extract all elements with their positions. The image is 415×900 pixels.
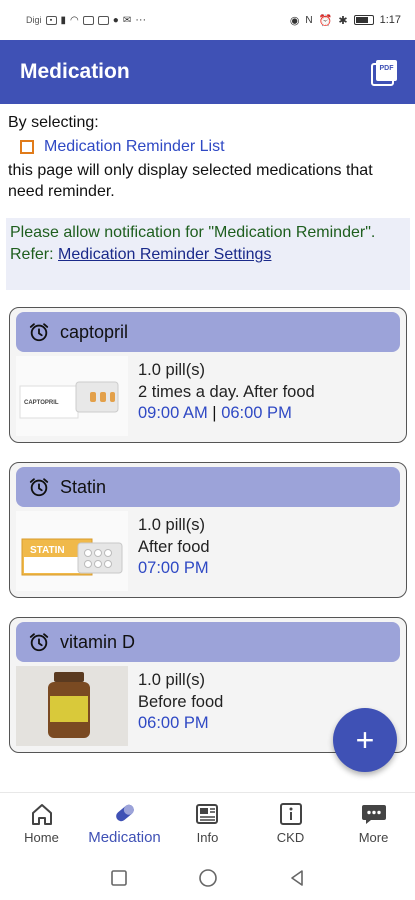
- home-icon: [31, 804, 52, 825]
- reminder-time-1: 09:00 AM: [138, 404, 208, 422]
- medication-name: vitamin D: [60, 631, 136, 652]
- more-notifications-icon: ···: [135, 14, 147, 26]
- nav-label-more: More: [358, 830, 389, 845]
- instruction-text: After food: [138, 537, 210, 556]
- add-medication-button[interactable]: +: [333, 708, 397, 772]
- card-header: vitamin D: [16, 622, 400, 662]
- nav-item-medication[interactable]: Medication: [85, 801, 165, 846]
- svg-text:STATIN: STATIN: [30, 545, 65, 556]
- network-icon: ▪: [45, 15, 57, 25]
- bottom-navigation: Home Medication Info CKD More: [0, 792, 415, 854]
- nav-label-ckd: CKD: [276, 830, 305, 845]
- news-icon: [195, 804, 218, 824]
- back-triangle-button[interactable]: [288, 869, 306, 887]
- medication-card-statin[interactable]: Statin STATIN 1.0 pill(s) After food 07:…: [9, 462, 407, 598]
- nav-label-info: Info: [196, 830, 219, 845]
- statin-pack-image: STATIN: [16, 511, 128, 591]
- facebook-icon: ●: [112, 14, 119, 26]
- app-bar: Medication PDF: [0, 40, 415, 104]
- status-right: ◉ N ⏰ ✱ 1:17: [290, 14, 401, 27]
- info-icon: [279, 803, 302, 825]
- pdf-icon: PDF: [371, 60, 397, 86]
- clock-time: 1:17: [379, 14, 401, 26]
- nav-item-more[interactable]: More: [334, 802, 414, 845]
- carrier-label: Digi: [26, 15, 42, 25]
- medication-info: 1.0 pill(s) Before food 06:00 PM: [128, 666, 223, 746]
- alarm-clock-icon: [29, 323, 49, 342]
- pdf-label: PDF: [380, 65, 395, 72]
- captopril-pack-image: CAPTOPRIL: [16, 356, 128, 436]
- system-navigation-bar: [0, 856, 415, 900]
- dose-text: 1.0 pill(s): [138, 361, 205, 379]
- reminder-times: 09:00 AM | 06:00 PM: [138, 403, 315, 425]
- notification-icon: [82, 15, 94, 25]
- intro-section: By selecting: Medication Reminder List t…: [8, 112, 408, 202]
- svg-text:CAPTOPRIL: CAPTOPRIL: [24, 400, 59, 406]
- nav-label-home: Home: [24, 830, 59, 845]
- nfc-icon: N: [305, 14, 313, 26]
- vitamin-bottle-image: [16, 666, 128, 746]
- reminder-time-2: 06:00 PM: [221, 404, 292, 422]
- intro-line-2: this page will only display selected med…: [8, 162, 373, 200]
- refer-label: Refer:: [10, 246, 59, 263]
- card-body: CAPTOPRIL 1.0 pill(s) 2 times a day. Aft…: [16, 356, 400, 436]
- page-title: Medication: [20, 60, 130, 83]
- reminder-settings-link[interactable]: Medication Reminder Settings: [58, 246, 271, 263]
- pill-icon: [115, 804, 134, 822]
- nav-item-info[interactable]: Info: [168, 802, 248, 845]
- alarm-clock-icon: [29, 633, 49, 652]
- nav-item-home[interactable]: Home: [2, 802, 82, 845]
- more-icon: [361, 805, 386, 824]
- instruction-text: Before food: [138, 692, 224, 711]
- reminder-time-1: 07:00 PM: [138, 559, 209, 577]
- medication-name: captopril: [60, 321, 129, 342]
- dose-text: 1.0 pill(s): [138, 516, 205, 534]
- signal-icon: ▮: [60, 14, 67, 26]
- reminder-list-link-row[interactable]: Medication Reminder List: [8, 136, 408, 157]
- medication-name: Statin: [60, 476, 107, 497]
- notice-text: Please allow notification for "Medicatio…: [10, 224, 376, 241]
- status-bar: Digi ▪ ▮ ◠ ● ✉ ··· ◉ N ⏰ ✱ 1:17: [0, 0, 415, 40]
- medication-card-captopril[interactable]: captopril CAPTOPRIL 1.0 pill(s) 2 times …: [9, 307, 407, 443]
- pdf-export-button[interactable]: PDF: [371, 58, 399, 86]
- nav-label-medication: Medication: [88, 829, 161, 846]
- mail-icon: ✉: [122, 14, 132, 26]
- alarm-status-icon: ⏰: [318, 14, 333, 27]
- home-circle-button[interactable]: [198, 868, 218, 888]
- recent-apps-button[interactable]: [110, 869, 128, 887]
- battery-icon: [353, 15, 374, 25]
- wifi-icon: ◠: [70, 14, 79, 26]
- eye-icon: ◉: [289, 14, 300, 27]
- nav-item-ckd[interactable]: CKD: [251, 802, 331, 845]
- intro-line-1: By selecting:: [8, 114, 99, 131]
- plus-icon: +: [355, 721, 375, 758]
- card-body: STATIN 1.0 pill(s) After food 07:00 PM: [16, 511, 400, 591]
- medication-info: 1.0 pill(s) 2 times a day. After food 09…: [128, 356, 315, 436]
- reminder-time-1: 06:00 PM: [138, 714, 209, 732]
- dose-text: 1.0 pill(s): [138, 671, 205, 689]
- alarm-clock-icon: [29, 478, 49, 497]
- notification-notice: Please allow notification for "Medicatio…: [6, 218, 410, 290]
- medication-reminder-list-link[interactable]: Medication Reminder List: [44, 136, 225, 157]
- notice-refer: Refer: Medication Reminder Settings: [10, 244, 406, 266]
- status-left: Digi ▪ ▮ ◠ ● ✉ ···: [26, 14, 146, 26]
- medication-info: 1.0 pill(s) After food 07:00 PM: [128, 511, 210, 591]
- instruction-text: 2 times a day. After food: [138, 382, 315, 401]
- time-separator: |: [207, 404, 222, 422]
- card-header: Statin: [16, 467, 400, 507]
- card-header: captopril: [16, 312, 400, 352]
- app-icon: [97, 15, 109, 25]
- checkbox-icon[interactable]: [20, 139, 34, 154]
- bluetooth-icon: ✱: [338, 14, 348, 27]
